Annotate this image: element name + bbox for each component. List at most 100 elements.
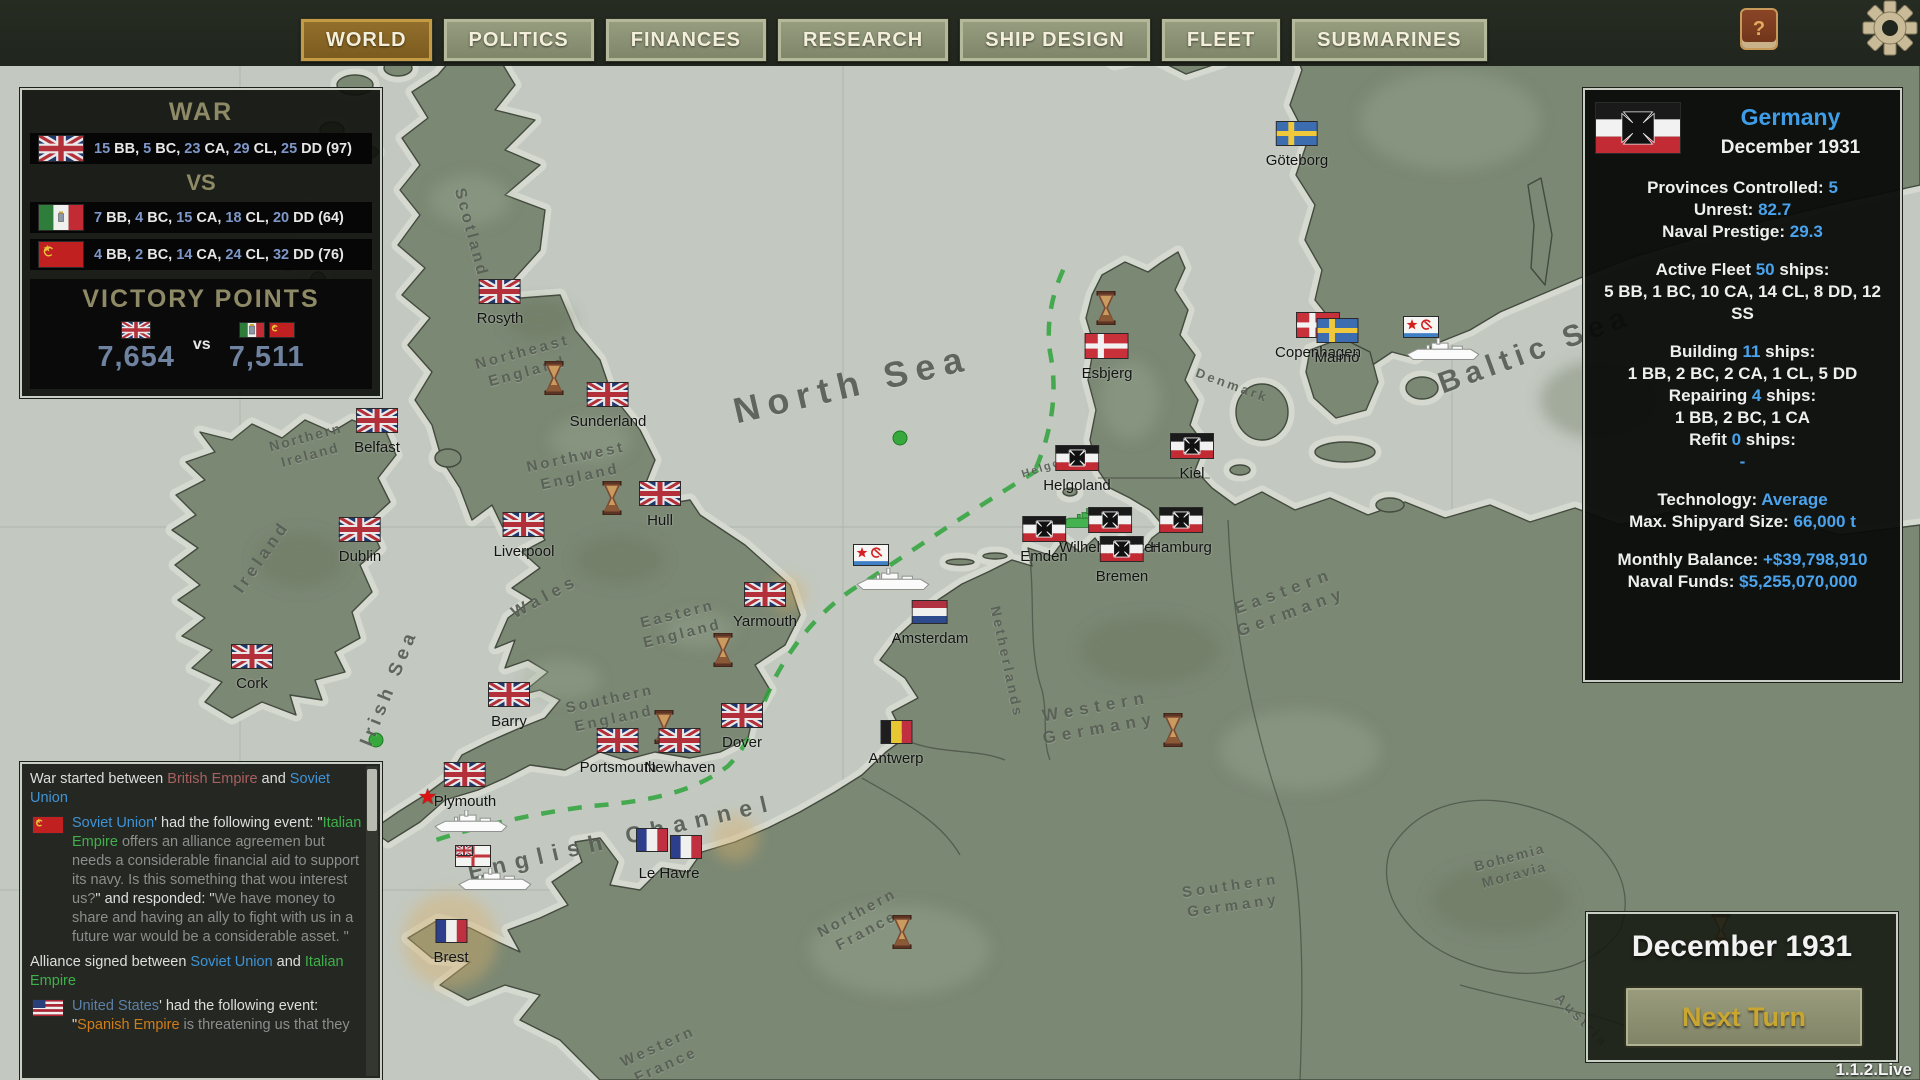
city-label: Kiel xyxy=(1170,465,1214,482)
city-label: Liverpool xyxy=(494,543,555,560)
war-side-a: 15 BB, 5 BC, 23 CA, 29 CL, 25 DD (97) xyxy=(22,133,380,164)
event-log-panel: War started between British Empire and S… xyxy=(20,762,382,1080)
de-flag-icon xyxy=(1088,507,1132,538)
event-log-content: War started between British Empire and S… xyxy=(30,770,366,1041)
city-label: Yarmouth xyxy=(733,613,797,630)
city-marker-newhaven[interactable]: Newhaven xyxy=(645,728,716,776)
city-marker-liverpool[interactable]: Liverpool xyxy=(494,512,555,560)
log-entry: Alliance signed between Soviet Union and… xyxy=(30,953,366,991)
se-flag-icon xyxy=(1276,121,1318,151)
warship-sprite[interactable] xyxy=(457,868,539,898)
city-marker-hull[interactable]: Hull xyxy=(639,481,681,529)
city-label: Newhaven xyxy=(645,759,716,776)
tab-fleet[interactable]: FLEET xyxy=(1161,18,1281,62)
hourglass-icon xyxy=(1095,291,1117,330)
city-marker-belfast[interactable]: Belfast xyxy=(354,408,400,456)
country-stat-line: Naval Prestige: 29.3 xyxy=(1595,221,1890,243)
city-marker-göteborg[interactable]: Göteborg xyxy=(1266,121,1329,169)
fr-flag-icon xyxy=(636,828,668,864)
city-marker-brest[interactable]: Brest xyxy=(433,919,468,966)
warship-sprite[interactable] xyxy=(855,568,937,598)
city-label: Cork xyxy=(231,675,273,692)
fleet-composition: 15 BB, 5 BC, 23 CA, 29 CL, 25 DD (97) xyxy=(94,141,352,157)
city-label: Dublin xyxy=(339,548,382,565)
city-marker-helgoland[interactable]: Helgoland xyxy=(1043,445,1111,494)
uk-flag-icon xyxy=(744,582,786,612)
city-marker-rosyth[interactable]: Rosyth xyxy=(477,279,524,327)
tab-world[interactable]: WORLD xyxy=(300,18,433,62)
be-flag-icon xyxy=(880,720,912,749)
city-marker-kiel[interactable]: Kiel xyxy=(1170,433,1214,482)
city-label: Rosyth xyxy=(477,310,524,327)
city-marker-barry[interactable]: Barry xyxy=(488,682,530,730)
battle-star-icon: ★ xyxy=(418,786,438,808)
city-marker-emden[interactable]: Emden xyxy=(1020,516,1068,565)
country-stat-line: Provinces Controlled: 5 xyxy=(1595,177,1890,199)
city-marker-yarmouth[interactable]: Yarmouth xyxy=(733,582,797,630)
city-marker-amsterdam[interactable]: Amsterdam xyxy=(892,600,969,647)
next-turn-button[interactable]: Next Turn xyxy=(1624,986,1864,1048)
hourglass-icon xyxy=(543,361,565,400)
settings-gear-icon[interactable] xyxy=(1862,0,1918,56)
italy-flag-icon xyxy=(38,204,84,231)
fleet-composition: 7 BB, 4 BC, 15 CA, 18 CL, 20 DD (64) xyxy=(94,210,344,226)
de-flag-icon xyxy=(1170,433,1214,464)
city-marker-cork[interactable]: Cork xyxy=(231,644,273,692)
tab-finances[interactable]: FINANCES xyxy=(605,18,767,62)
city-marker-sunderland[interactable]: Sunderland xyxy=(570,382,647,430)
log-scrollbar-thumb[interactable] xyxy=(367,769,377,831)
victory-points-box: VICTORY POINTS 7,654 vs 7,511 xyxy=(30,279,372,389)
vp-side-allies: 7,654 xyxy=(97,322,175,374)
tab-submarines[interactable]: SUBMARINES xyxy=(1291,18,1487,62)
warship-sprite[interactable] xyxy=(433,810,515,840)
log-scrollbar[interactable] xyxy=(366,766,378,1076)
fleet-composition: 4 BB, 2 BC, 14 CA, 24 CL, 32 DD (76) xyxy=(94,247,344,263)
country-stat-line: Building 11 ships: xyxy=(1595,341,1890,363)
hourglass-icon xyxy=(601,481,623,520)
country-stats: Provinces Controlled: 5Unrest: 82.7Naval… xyxy=(1595,177,1890,593)
us-flag-icon xyxy=(32,999,64,1023)
uk-flag-icon xyxy=(587,382,629,412)
uk-flag-icon xyxy=(639,481,681,511)
turn-date: December 1931 xyxy=(1588,930,1896,964)
country-stat-line: Monthly Balance: +$39,798,910 xyxy=(1595,549,1890,571)
city-marker-plymouth[interactable]: Plymouth★ xyxy=(434,762,497,810)
city-label: Brest xyxy=(433,949,468,966)
dk-flag-icon xyxy=(1085,333,1129,364)
city-marker-dublin[interactable]: Dublin xyxy=(339,517,382,565)
city-marker-hamburg[interactable]: Hamburg xyxy=(1150,507,1212,556)
fr-flag-icon xyxy=(670,835,702,864)
uk-flag-icon xyxy=(339,517,381,547)
ussr-flag-icon xyxy=(38,241,84,268)
country-stat-line: Max. Shipyard Size: 66,000 t xyxy=(1595,511,1890,533)
uk-flag-icon xyxy=(503,512,545,542)
main-nav: WORLDPOLITICSFINANCESRESEARCHSHIP DESIGN… xyxy=(300,18,1488,62)
de-flag-icon xyxy=(1100,536,1144,567)
city-label: Belfast xyxy=(354,439,400,456)
city-label: Helgoland xyxy=(1043,477,1111,494)
city-label: Amsterdam xyxy=(892,630,969,647)
war-title: WAR xyxy=(22,98,380,127)
vp-side-enemies: 7,511 xyxy=(229,322,305,374)
tab-politics[interactable]: POLITICS xyxy=(443,18,595,62)
city-marker-dover[interactable]: Dover xyxy=(721,703,763,751)
uk-flag-icon xyxy=(479,279,521,309)
tab-ship-design[interactable]: SHIP DESIGN xyxy=(959,18,1151,62)
country-name: Germany xyxy=(1691,104,1890,131)
version-label: 1.1.2.Live xyxy=(1835,1060,1912,1080)
italy-flag-icon xyxy=(239,322,265,343)
tab-research[interactable]: RESEARCH xyxy=(777,18,949,62)
city-marker-esbjerg[interactable]: Esbjerg xyxy=(1082,333,1133,382)
city-marker-malmö[interactable]: Malmö xyxy=(1314,318,1359,366)
uk-flag-icon xyxy=(721,703,763,733)
country-stat-line: - xyxy=(1595,451,1890,473)
vp-value-right: 7,511 xyxy=(229,342,305,374)
city-label: Esbjerg xyxy=(1082,365,1133,382)
city-label: Hamburg xyxy=(1150,539,1212,556)
hourglass-icon xyxy=(712,633,734,672)
help-book-icon[interactable]: ? xyxy=(1740,8,1778,50)
city-marker-le-havre[interactable]: Le Havre xyxy=(636,828,702,882)
vp-value-left: 7,654 xyxy=(97,342,175,374)
city-marker-antwerp[interactable]: Antwerp xyxy=(868,720,923,767)
city-marker-bremen[interactable]: Bremen xyxy=(1096,536,1149,585)
